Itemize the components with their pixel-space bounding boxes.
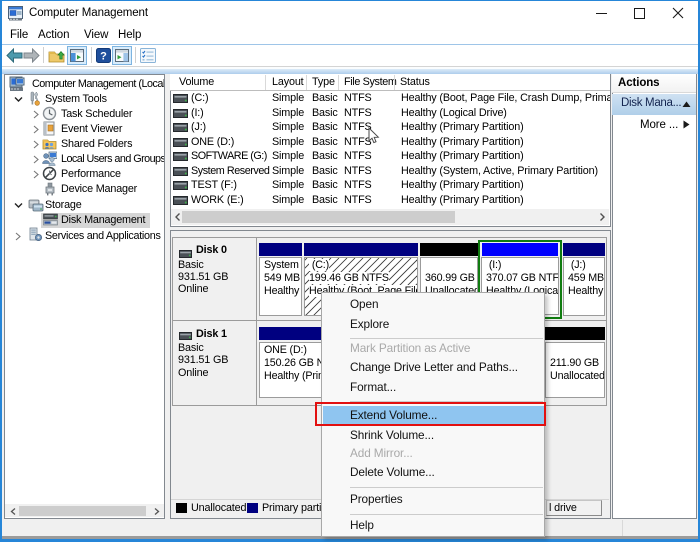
- svg-text:?: ?: [100, 50, 107, 62]
